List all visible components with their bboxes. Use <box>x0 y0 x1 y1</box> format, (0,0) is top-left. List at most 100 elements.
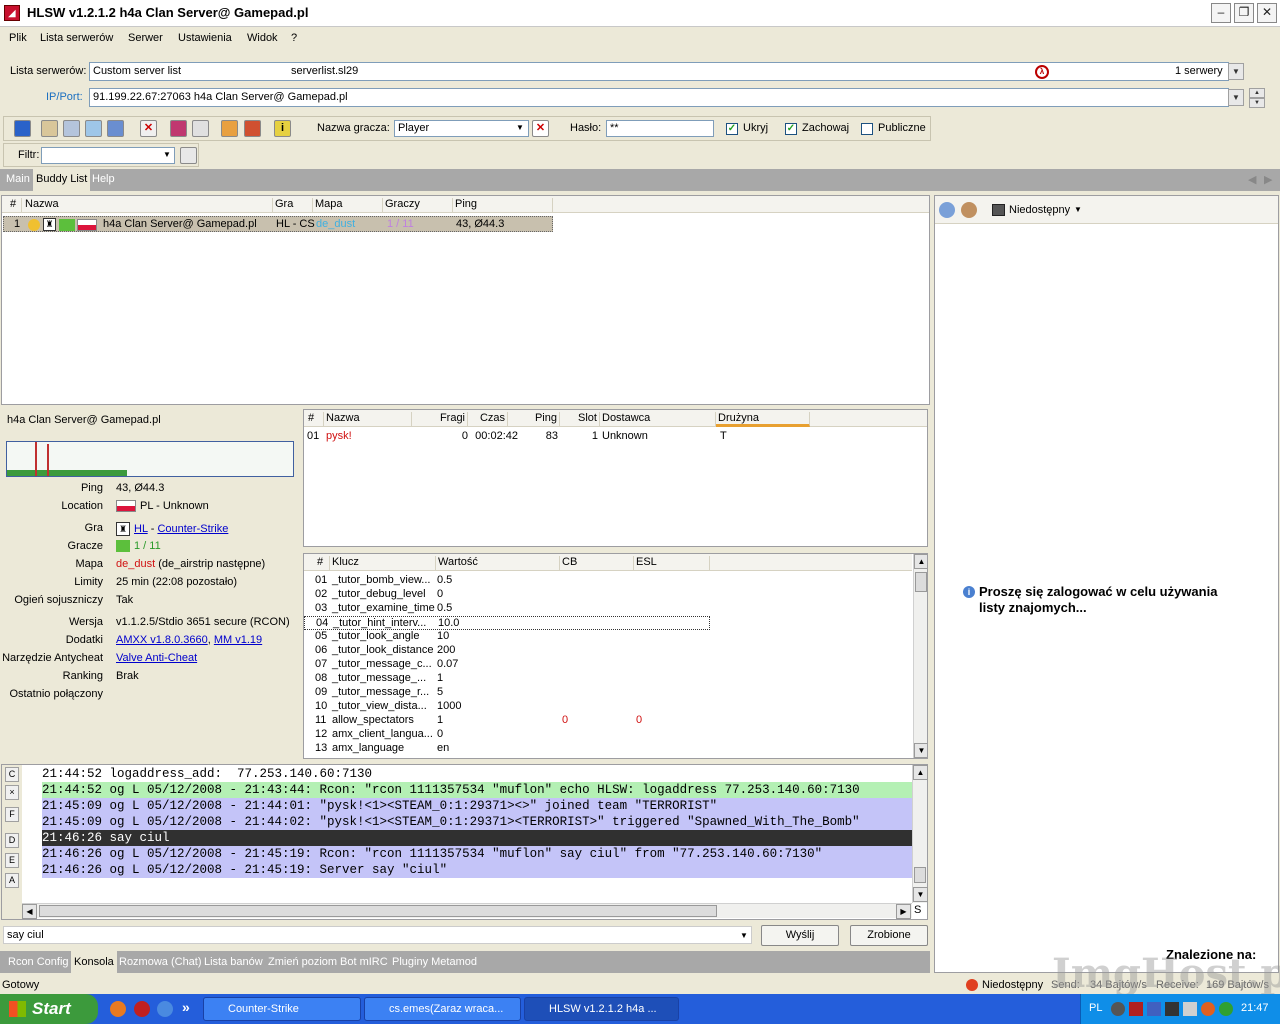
rcol-cb[interactable]: CB <box>560 556 634 571</box>
start-button[interactable]: Start <box>0 994 98 1024</box>
server-info-icon[interactable] <box>107 120 124 137</box>
serverlist-dropdown-icon[interactable]: ▼ <box>1228 63 1244 80</box>
opera-icon[interactable] <box>134 1001 150 1017</box>
connect-icon[interactable] <box>14 120 31 137</box>
rule-row[interactable]: 04 _tutor_hint_interv... 10.0 <box>304 616 710 630</box>
pcol-ping[interactable]: Ping <box>508 412 560 427</box>
menu-serwer[interactable]: Serwer <box>128 32 163 44</box>
rule-row[interactable]: 13 amx_language en <box>304 742 912 756</box>
info-link[interactable]: AMXX v1.8.0.3660 <box>116 634 208 646</box>
tray-network-icon[interactable] <box>1147 1002 1161 1016</box>
rule-row[interactable]: 01 _tutor_bomb_view... 0.5 <box>304 574 912 588</box>
console-command-input[interactable]: say ciul <box>3 926 752 944</box>
firefox-icon[interactable] <box>110 1001 126 1017</box>
spin-up-icon[interactable]: ▲ <box>1249 88 1265 98</box>
console-vscroll[interactable]: ▲ ▼ <box>912 765 928 903</box>
tab-bot-mirc[interactable]: Bot mIRC <box>340 956 388 968</box>
rule-row[interactable]: 03 _tutor_examine_time 0.5 <box>304 602 912 616</box>
tab-rcon-config[interactable]: Rcon Config <box>8 956 69 968</box>
password-input[interactable]: ** <box>606 120 714 137</box>
serverlist-select[interactable]: Custom server list serverlist.sl29 λ 1 s… <box>89 62 1229 81</box>
buddy-status[interactable]: Niedostępny <box>1009 204 1070 216</box>
server-list-icon[interactable] <box>63 120 80 137</box>
tab-scroll-left-icon[interactable]: ◀ <box>1248 173 1256 186</box>
player-dropdown-icon[interactable]: ▼ <box>516 123 524 132</box>
tab-ban-list[interactable]: Lista banów <box>204 956 263 968</box>
find-server-icon[interactable] <box>41 120 58 137</box>
rcol-key[interactable]: Klucz <box>330 556 436 571</box>
tools-icon[interactable] <box>244 120 261 137</box>
player-name-input[interactable]: Player <box>394 120 529 137</box>
reload-icon[interactable] <box>170 120 187 137</box>
console-scroll-thumb[interactable] <box>914 867 926 883</box>
console-hscroll[interactable]: ◀ ▶ <box>22 903 912 919</box>
console-side-button[interactable]: × <box>5 785 19 800</box>
pcol-name[interactable]: Nazwa <box>324 412 412 427</box>
menu-plik[interactable]: Plik <box>9 32 27 44</box>
tray-app-icon[interactable] <box>1129 1002 1143 1016</box>
console-side-button[interactable]: F <box>5 807 19 822</box>
rule-row[interactable]: 11 allow_spectators 1 0 0 <box>304 714 912 728</box>
pcol-provider[interactable]: Dostawca <box>600 412 716 427</box>
col-game[interactable]: Gra <box>273 198 313 213</box>
col-players[interactable]: Graczy <box>383 198 453 213</box>
console-side-button[interactable]: E <box>5 853 19 868</box>
filter-dropdown-icon[interactable]: ▼ <box>163 150 171 159</box>
info-link[interactable]: Valve Anti-Cheat <box>116 652 197 664</box>
rules-scrollbar[interactable]: ▲ ▼ <box>913 554 927 758</box>
menu-help[interactable]: ? <box>291 32 297 44</box>
ipport-input[interactable]: 91.199.22.67:27063 h4a Clan Server@ Game… <box>89 88 1229 107</box>
filter-settings-icon[interactable] <box>180 147 197 164</box>
rule-row[interactable]: 06 _tutor_look_distance 200 <box>304 644 912 658</box>
ie-icon[interactable] <box>157 1001 173 1017</box>
console-scroll-right-icon[interactable]: ▶ <box>896 904 911 919</box>
pcol-num[interactable]: # <box>306 412 324 427</box>
rule-row[interactable]: 09 _tutor_message_r... 5 <box>304 686 912 700</box>
buddy-profile-icon[interactable] <box>961 202 977 218</box>
player-row[interactable]: 01 pysk! 0 00:02:42 83 1 Unknown T <box>304 430 927 445</box>
minimize-button[interactable]: – <box>1211 3 1231 23</box>
rule-row[interactable]: 05 _tutor_look_angle 10 <box>304 630 912 644</box>
ipport-dropdown-icon[interactable]: ▼ <box>1228 89 1244 106</box>
status-dropdown-icon[interactable]: ▼ <box>1074 205 1082 214</box>
pcol-team[interactable]: Drużyna <box>716 412 810 427</box>
tab-change-level[interactable]: Zmień poziom <box>268 956 337 968</box>
rcol-value[interactable]: Wartość <box>436 556 560 571</box>
menu-lista-serwerow[interactable]: Lista serwerów <box>40 32 113 44</box>
tray-volume-icon[interactable] <box>1183 1002 1197 1016</box>
tray-steam-icon[interactable] <box>1111 1002 1125 1016</box>
tab-help[interactable]: Help <box>92 173 115 185</box>
tab-main[interactable]: Main <box>6 173 30 185</box>
info-link[interactable]: HL <box>134 523 148 535</box>
language-indicator[interactable]: PL <box>1089 1002 1102 1014</box>
tab-metamod-plugins[interactable]: Pluginy Metamod <box>392 956 477 968</box>
clear-player-icon[interactable]: ✕ <box>532 120 549 137</box>
keep-checkbox[interactable]: ✓ <box>785 123 797 135</box>
menu-widok[interactable]: Widok <box>247 32 278 44</box>
info-icon[interactable]: i <box>274 120 291 137</box>
rule-row[interactable]: 12 amx_client_langua... 0 <box>304 728 912 742</box>
col-map[interactable]: Mapa <box>313 198 383 213</box>
filter-input[interactable] <box>41 147 175 164</box>
rules-scroll-thumb[interactable] <box>915 572 927 592</box>
console-s-button[interactable]: S <box>914 904 921 916</box>
rcol-num[interactable]: # <box>312 556 330 571</box>
tray-monitor-icon[interactable] <box>1165 1002 1179 1016</box>
spin-down-icon[interactable]: ▼ <box>1249 98 1265 108</box>
tab-konsola[interactable]: Konsola <box>71 951 117 973</box>
close-button[interactable]: ✕ <box>1257 3 1277 23</box>
rules-scroll-up-icon[interactable]: ▲ <box>914 554 927 569</box>
copy-icon[interactable] <box>192 120 209 137</box>
public-checkbox[interactable] <box>861 123 873 135</box>
rcol-esl[interactable]: ESL <box>634 556 710 571</box>
rule-row[interactable]: 02 _tutor_debug_level 0 <box>304 588 912 602</box>
console-scroll-up-icon[interactable]: ▲ <box>913 765 928 780</box>
tray-security-icon[interactable] <box>1201 1002 1215 1016</box>
col-num[interactable]: # <box>6 198 22 213</box>
rule-row[interactable]: 07 _tutor_message_c... 0.07 <box>304 658 912 672</box>
add-buddy-icon[interactable] <box>939 202 955 218</box>
rule-row[interactable]: 08 _tutor_message_... 1 <box>304 672 912 686</box>
rule-row[interactable]: 10 _tutor_view_dista... 1000 <box>304 700 912 714</box>
console-side-button[interactable]: A <box>5 873 19 888</box>
col-ping[interactable]: Ping <box>453 198 553 213</box>
